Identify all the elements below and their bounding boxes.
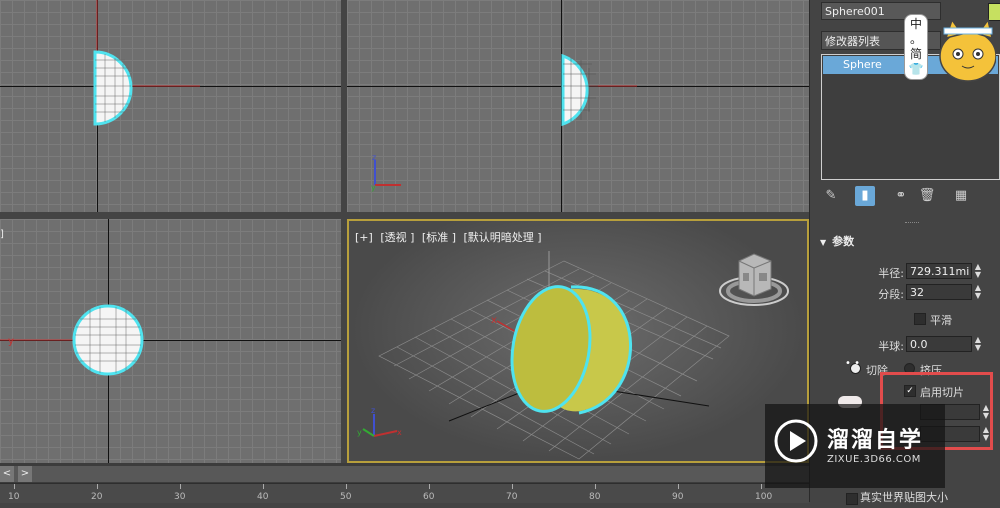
watermark-url: ZIXUE.3D66.COM (827, 454, 921, 465)
parameters-rollout-header[interactable]: ▼ 参数 (820, 233, 1000, 249)
timeline-tick-label: 10 (8, 492, 20, 502)
remove-modifier-icon[interactable]: 🗑 (917, 186, 937, 206)
annotation-marks: • • (845, 358, 860, 369)
hemisphere-spinner[interactable]: 0.0 (906, 336, 972, 352)
viewport-top[interactable] (0, 0, 341, 212)
timeline-tick (678, 484, 679, 489)
timeline-tick-label: 20 (91, 492, 103, 502)
timeline-tick (180, 484, 181, 489)
svg-text:x: x (491, 315, 497, 326)
smooth-checkbox[interactable] (914, 313, 926, 325)
radius-spinner-arrows[interactable]: ▲ ▼ (973, 263, 983, 279)
svg-text:z: z (371, 406, 375, 415)
viewcube-icon (719, 253, 789, 306)
time-slider-next-button[interactable]: > (18, 466, 32, 482)
timeline-area: < > 10 20 30 40 50 60 70 80 90 100 (0, 463, 809, 503)
modifier-stack-toolbar: ✎ ▮ ⚭ 🗑 ▦ (821, 186, 1000, 208)
timeline-tick (429, 484, 430, 489)
real-world-map-label: 真实世界贴图大小 (860, 491, 948, 504)
axis-gizmo: z y x (357, 406, 402, 437)
timeline-tick-label: 40 (257, 492, 269, 502)
radius-row: 半径: 729.311mi ▲ ▼ (820, 263, 1000, 281)
front-view-hemisphere: z y (371, 53, 637, 192)
left-view-sphere: y (0, 304, 144, 376)
timeline-tick (97, 484, 98, 489)
timeline-tick-label: 80 (589, 492, 601, 502)
smooth-label: 平滑 (930, 314, 952, 327)
radius-spinner[interactable]: 729.311mi (906, 263, 972, 279)
time-slider-prev-button[interactable]: < (0, 466, 14, 482)
timeline-tick (14, 484, 15, 489)
hemisphere-label: 半球: (878, 340, 904, 353)
real-world-map-row: 真实世界贴图大小 (820, 490, 1000, 508)
pin-stack-icon[interactable]: ✎ (821, 186, 841, 206)
segments-spinner-arrows[interactable]: ▲ ▼ (973, 284, 983, 300)
configure-modifier-sets-icon[interactable]: ▦ (951, 186, 971, 206)
svg-text:z: z (372, 153, 376, 162)
timeline-tick (346, 484, 347, 489)
svg-text:y: y (371, 183, 376, 192)
timeline-tick-label: 30 (174, 492, 186, 502)
timeline-tick-label: 60 (423, 492, 435, 502)
radius-label: 半径: (878, 267, 904, 280)
panel-divider (905, 222, 919, 225)
timeline-tick (761, 484, 762, 489)
timeline-tick (512, 484, 513, 489)
timeline-tick-label: 50 (340, 492, 352, 502)
watermark: 溜溜自学 ZIXUE.3D66.COM (765, 404, 945, 488)
time-slider[interactable]: < > (0, 466, 809, 482)
svg-text:y: y (8, 336, 14, 347)
hemisphere-row: 半球: 0.0 ▲ ▼ (820, 336, 1000, 354)
timeline-ruler[interactable]: 10 20 30 40 50 60 70 80 90 100 (0, 483, 809, 503)
viewport-left[interactable]: ] y (0, 219, 341, 463)
segments-row: 分段: 32 ▲ ▼ (820, 284, 1000, 302)
rollout-collapse-icon: ▼ (820, 238, 827, 247)
timeline-tick-label: 70 (506, 492, 518, 502)
segments-spinner[interactable]: 32 (906, 284, 972, 300)
timeline-tick (595, 484, 596, 489)
smooth-row: 平滑 (820, 310, 1000, 328)
make-unique-icon[interactable]: ⚭ (891, 186, 911, 206)
hemisphere-spinner-arrows[interactable]: ▲ ▼ (973, 336, 983, 352)
hemisphere-object (510, 285, 632, 415)
timeline-tick-label: 100 (755, 492, 773, 502)
perspective-scene: x z y x (357, 251, 789, 460)
viewport-perspective[interactable]: [+] [透视 ] [标准 ] [默认明暗处理 ] x z y x (347, 219, 809, 463)
real-world-map-checkbox[interactable] (846, 493, 858, 505)
rollout-title: 参数 (832, 235, 855, 248)
show-end-result-icon[interactable]: ▮ (855, 186, 875, 206)
timeline-tick (263, 484, 264, 489)
timeline-tick-label: 90 (672, 492, 684, 502)
viewport-front[interactable]: z y (347, 0, 809, 212)
top-view-hemisphere (93, 0, 200, 126)
svg-text:y: y (357, 428, 362, 437)
axis-gizmo: z y (371, 153, 401, 192)
watermark-logo-icon (774, 419, 818, 463)
mascot-speech-bubble: 中。简 👕 (904, 14, 928, 80)
watermark-title: 溜溜自学 (827, 428, 924, 453)
svg-text:x: x (397, 428, 402, 437)
segments-label: 分段: (878, 288, 904, 301)
